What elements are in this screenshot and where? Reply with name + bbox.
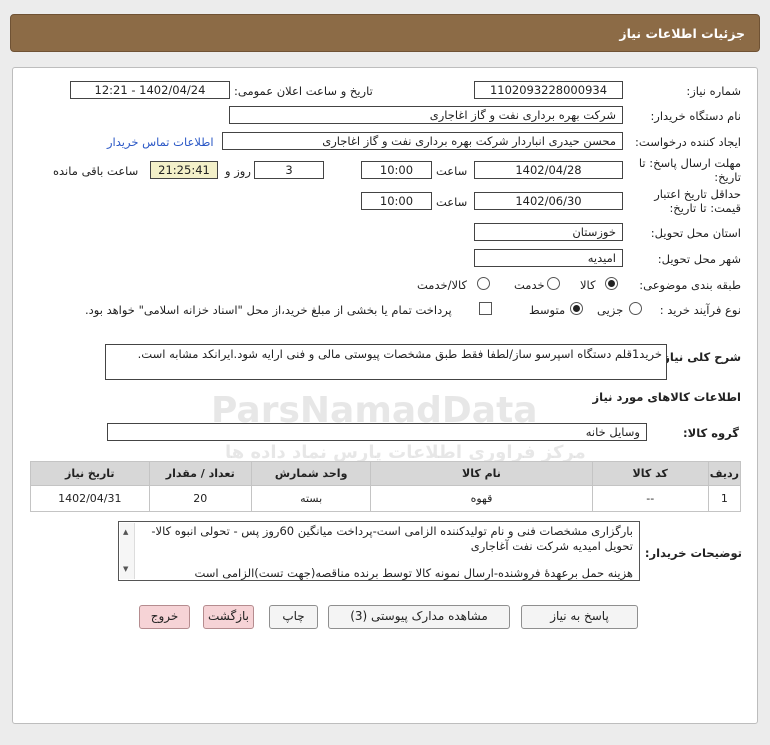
goods-group-label: گروه کالا: [683, 426, 739, 440]
need-number-label: شماره نیاز: [686, 84, 741, 98]
remaining-label: ساعت باقی مانده [53, 164, 139, 178]
validity-time-label: ساعت [436, 195, 468, 209]
category-option-goods-service: کالا/خدمت [417, 278, 468, 292]
buyer-notes-line2: تحویل امیدیه شرکت نفت آغاجاری [470, 539, 633, 553]
validity-label-line1: حداقل تاریخ اعتبار [654, 187, 741, 201]
category-option-goods: کالا [580, 278, 596, 292]
cell-code: -- [591, 485, 709, 512]
city-value: امیدیه [474, 249, 623, 267]
reply-button[interactable]: پاسخ به نیاز [521, 605, 638, 629]
category-radio-goods-service[interactable] [477, 277, 490, 290]
requester-value: محسن حیدری انباردار شرکت بهره برداری نفت… [222, 132, 623, 150]
treasury-checkbox[interactable] [479, 302, 492, 315]
announce-label: تاریخ و ساعت اعلان عمومی: [234, 84, 373, 98]
buyer-notes-box[interactable]: بارگزاری مشخصات فنی و نام تولیدکننده الز… [118, 521, 640, 581]
category-option-service: خدمت [514, 278, 545, 292]
cell-name: قهوه [370, 485, 593, 512]
goods-group-value: وسایل خانه [107, 423, 647, 441]
watermark-line1: مرکز فراوری اطلاعات پارس نماد داده ها [225, 442, 586, 463]
treasury-note: پرداخت تمام یا بخشی از مبلغ خرید،از محل … [85, 303, 452, 317]
col-code: کد کالا [591, 461, 709, 486]
buyer-notes-line1: بارگزاری مشخصات فنی و نام تولیدکننده الز… [151, 524, 633, 538]
cell-row: 1 [707, 485, 742, 512]
province-value: خوزستان [474, 223, 623, 241]
description-value: خرید1قلم دستگاه اسپرسو ساز/لطفا فقط طبق … [105, 344, 667, 380]
col-unit: واحد شمارش [250, 461, 372, 486]
exit-button[interactable]: خروج [139, 605, 190, 629]
scroll-down-icon[interactable]: ▼ [123, 562, 128, 577]
validity-label-line2: قیمت: تا تاریخ: [669, 201, 741, 215]
deadline-days-label: روز و [225, 164, 251, 178]
city-label: شهر محل تحویل: [657, 252, 741, 266]
col-date: تاریخ نیاز [30, 461, 150, 486]
cell-unit: بسته [250, 485, 372, 512]
buyer-contact-link[interactable]: اطلاعات تماس خریدار [107, 135, 214, 149]
col-qty: تعداد / مقدار [148, 461, 252, 486]
deadline-label-line1: مهلت ارسال پاسخ: تا [638, 156, 741, 170]
process-radio-minor[interactable] [629, 302, 642, 315]
validity-time: 10:00 [361, 192, 432, 210]
process-radio-medium[interactable] [570, 302, 583, 315]
deadline-time: 10:00 [361, 161, 432, 179]
scroll-up-icon[interactable]: ▲ [123, 525, 128, 540]
process-option-medium: متوسط [529, 303, 566, 317]
goods-section-title: اطلاعات کالاهای مورد نیاز [592, 390, 741, 404]
deadline-time-label: ساعت [436, 164, 468, 178]
deadline-label-line2: تاریخ: [714, 170, 741, 184]
buyer-org-value: شرکت بهره برداری نفت و گاز اغاجاری [229, 106, 623, 124]
category-radio-service[interactable] [547, 277, 560, 290]
deadline-date: 1402/04/28 [474, 161, 623, 179]
table-row: 1 -- قهوه بسته 20 1402/04/31 [30, 485, 742, 512]
col-name: نام کالا [370, 461, 593, 486]
notes-scrollbar[interactable]: ▲ ▼ [120, 523, 135, 579]
process-option-minor: جزیی [597, 303, 624, 317]
announce-value: 1402/04/24 - 12:21 [70, 81, 230, 99]
province-label: استان محل تحویل: [650, 226, 741, 240]
description-label: شرح کلی نیاز: [658, 350, 741, 364]
category-radio-goods[interactable] [605, 277, 618, 290]
cell-qty: 20 [148, 485, 252, 512]
remaining-time: 21:25:41 [150, 161, 218, 179]
buyer-org-label: نام دستگاه خریدار: [650, 109, 741, 123]
page-title: جزئیات اطلاعات نیاز [10, 14, 760, 52]
need-number-value: 1102093228000934 [474, 81, 623, 99]
goods-table-header: ردیف کد کالا نام کالا واحد شمارش تعداد /… [30, 461, 742, 486]
goods-table: ردیف کد کالا نام کالا واحد شمارش تعداد /… [30, 461, 742, 512]
validity-date: 1402/06/30 [474, 192, 623, 210]
requester-label: ایجاد کننده درخواست: [635, 135, 741, 149]
deadline-days: 3 [254, 161, 324, 179]
category-label: طبقه بندی موضوعی: [639, 278, 741, 292]
back-button[interactable]: بازگشت [203, 605, 254, 629]
process-label: نوع فرآیند خرید : [659, 303, 741, 317]
cell-date: 1402/04/31 [30, 485, 150, 512]
col-row: ردیف [707, 461, 742, 486]
attachments-button[interactable]: مشاهده مدارک پیوستی (3) [328, 605, 510, 629]
buyer-notes-line3: هزینه حمل برعهدۀ فروشنده-ارسال نمونه کال… [194, 566, 634, 580]
print-button[interactable]: چاپ [269, 605, 318, 629]
buyer-notes-label: توضیحات خریدار: [644, 546, 742, 560]
